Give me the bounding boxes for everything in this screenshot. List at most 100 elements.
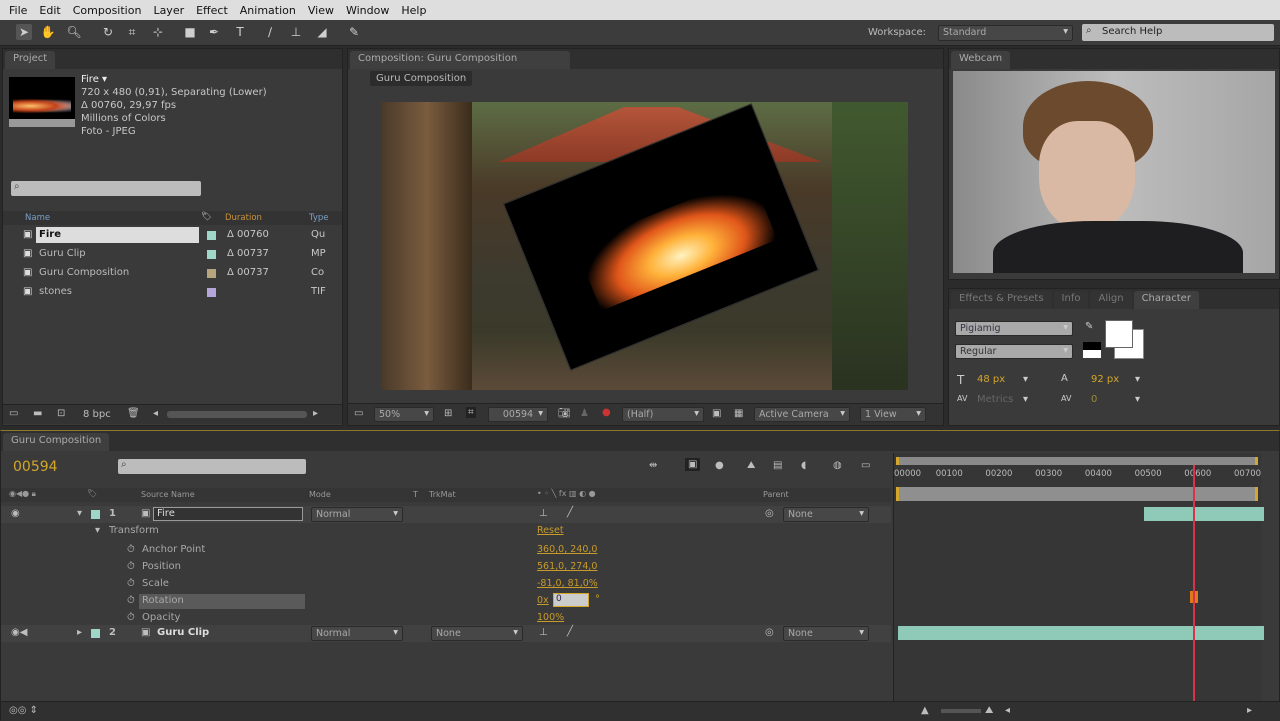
tab-character[interactable]: Character [1133,291,1199,309]
leading-dropdown-icon[interactable]: ▾ [1135,374,1140,385]
safe-zones-icon[interactable]: ⊞ [444,408,452,419]
property-anchor-point[interactable]: ⏱︎ Anchor Point 360,0, 240,0 [1,542,891,559]
camera-select[interactable]: Active Camera [754,407,850,422]
font-size-value[interactable]: 48 px [977,374,1005,385]
toggle-switches-icon[interactable]: ◎◎ ⇕ [9,705,38,716]
current-time[interactable]: 00594 [13,459,58,475]
column-duration[interactable]: Duration [225,213,262,223]
visibility-icon[interactable]: ◉ [11,508,20,519]
kerning-value[interactable]: Metrics [977,394,1013,405]
motion-blur-icon[interactable]: ◖ [801,460,806,471]
tab-composition[interactable]: Composition: Guru Composition [350,51,570,69]
channels-icon[interactable]: ● [602,407,611,418]
property-value[interactable]: 0x [537,595,549,606]
tracking-value[interactable]: 0 [1091,394,1097,405]
property-value[interactable]: 561,0, 274,0 [537,561,597,572]
black-white-swatch[interactable] [1083,342,1101,358]
menu-animation[interactable]: Animation [240,4,296,17]
layer-row-fire[interactable]: ◉ ▾ 1 ▣ Fire Normal ⊥ ╱ ◎ None [1,506,891,523]
project-item[interactable]: ▣ Guru Composition Δ 00737 Co [3,265,342,282]
menu-composition[interactable]: Composition [73,4,142,17]
tab-align[interactable]: Align [1090,291,1132,309]
snapshot-icon[interactable]: 📷︎ [558,408,571,419]
column-type[interactable]: Type [309,213,329,223]
expand-collapse-icon[interactable]: ▾ [77,508,82,519]
camera-tool-icon[interactable]: ⌗ [124,24,140,40]
visibility-icon[interactable]: ◉◀ [11,627,27,638]
rotate-tool-icon[interactable]: ↻ [100,24,116,40]
property-value[interactable]: -81,0, 81,0% [537,578,598,589]
mask-tool-icon[interactable]: ■ [182,24,198,40]
bpc-button[interactable]: 8 bpc [83,409,111,420]
font-family-select[interactable]: Pigiamig [955,321,1073,336]
tracking-dropdown-icon[interactable]: ▾ [1135,394,1140,405]
fill-color-swatch[interactable] [1105,320,1133,348]
rotation-edit-input[interactable]: 0 [553,593,589,607]
type-tool-icon[interactable]: T [232,24,248,40]
menu-effect[interactable]: Effect [196,4,228,17]
resolution-select[interactable]: (Half) [622,407,704,422]
tab-effects-presets[interactable]: Effects & Presets [951,291,1052,309]
layer-name[interactable]: Guru Clip [157,627,209,638]
layer-label-color[interactable] [91,629,100,638]
quality-switch-icon[interactable]: ╱ [567,626,573,637]
zoom-in-icon[interactable]: ⛰ [985,705,993,716]
parent-select[interactable]: None [783,507,869,522]
tab-webcam[interactable]: Webcam [951,51,1011,69]
eraser-tool-icon[interactable]: ◢ [314,24,330,40]
layer-mode-select[interactable]: Normal [311,507,403,522]
layer-duration-bar[interactable] [898,626,1265,640]
stopwatch-icon[interactable]: ⏱︎ [127,561,135,572]
stopwatch-icon[interactable]: ⏱︎ [127,612,135,623]
puppet-tool-icon[interactable]: ✎ [346,24,362,40]
pen-tool-icon[interactable]: ✒ [206,24,222,40]
selection-tool-icon[interactable]: ➤ [16,24,32,40]
property-value[interactable]: 360,0, 240,0 [537,544,597,555]
graph-editor-icon[interactable]: ▭ [861,460,870,471]
view-layout-select[interactable]: 1 View [860,407,926,422]
project-item[interactable]: ▣ stones TIF [3,284,342,301]
stopwatch-icon[interactable]: ⏱︎ [127,544,135,555]
clone-tool-icon[interactable]: ⊥ [288,24,304,40]
zoom-slider[interactable] [941,709,981,713]
playhead[interactable] [1193,465,1196,721]
project-search-input[interactable]: ⌕ [11,181,201,196]
pickwhip-icon[interactable]: ◎ [765,508,774,519]
scroll-left-icon[interactable]: ◂ [153,408,158,419]
layer-mode-select[interactable]: Normal [311,626,403,641]
stopwatch-icon[interactable]: ⏱︎ [127,578,135,589]
comp-mini-flowchart-icon[interactable]: ⇹ [649,460,657,471]
time-graph[interactable]: 00000 00100 00200 00300 00400 00500 00600 00700 [893,453,1265,721]
hand-tool-icon[interactable]: ✋ [40,24,56,40]
expand-collapse-icon[interactable]: ▸ [77,627,82,638]
brainstorm-icon[interactable]: ◍ [833,460,842,471]
pan-behind-tool-icon[interactable]: ⊹ [150,24,166,40]
always-preview-icon[interactable]: ▭ [354,408,363,419]
stopwatch-icon[interactable]: ⏱︎ [127,595,135,606]
hide-shy-layers-icon[interactable]: ⛰ [747,460,755,471]
transform-expand-icon[interactable]: ▾ [95,525,100,536]
column-source-name[interactable]: Source Name [141,490,195,499]
draft-3d-icon[interactable]: ● [715,460,724,471]
property-value[interactable]: 100% [537,612,564,623]
column-mode[interactable]: Mode [309,490,331,499]
quality-switch-icon[interactable]: ╱ [567,507,573,518]
transform-reset[interactable]: Reset [537,525,564,536]
layer-label-color[interactable] [91,510,100,519]
trkmat-select[interactable]: None [431,626,523,641]
shy-switch-icon[interactable]: ⊥ [539,508,548,519]
item-label-color[interactable] [207,288,216,297]
property-rotation[interactable]: ⏱︎ Rotation 0x 0 ° [1,593,891,610]
font-style-select[interactable]: Regular [955,344,1073,359]
region-of-interest-icon[interactable]: ▣ [712,408,721,419]
leading-value[interactable]: 92 px [1091,374,1119,385]
toggle-transparency-icon[interactable]: ▦ [734,408,743,419]
scroll-right-icon[interactable]: ▸ [1247,705,1252,716]
horizontal-scrollbar[interactable] [167,411,307,418]
timeline-search-input[interactable]: ⌕ [118,459,306,474]
eyedropper-icon[interactable]: ✎ [1085,321,1093,332]
interpret-footage-icon[interactable]: ▭ [9,408,18,419]
project-item[interactable]: ▣ Guru Clip Δ 00737 MP [3,246,342,263]
comp-breadcrumb[interactable]: Guru Composition [370,71,473,86]
frame-blending-icon[interactable]: ▤ [773,460,782,471]
